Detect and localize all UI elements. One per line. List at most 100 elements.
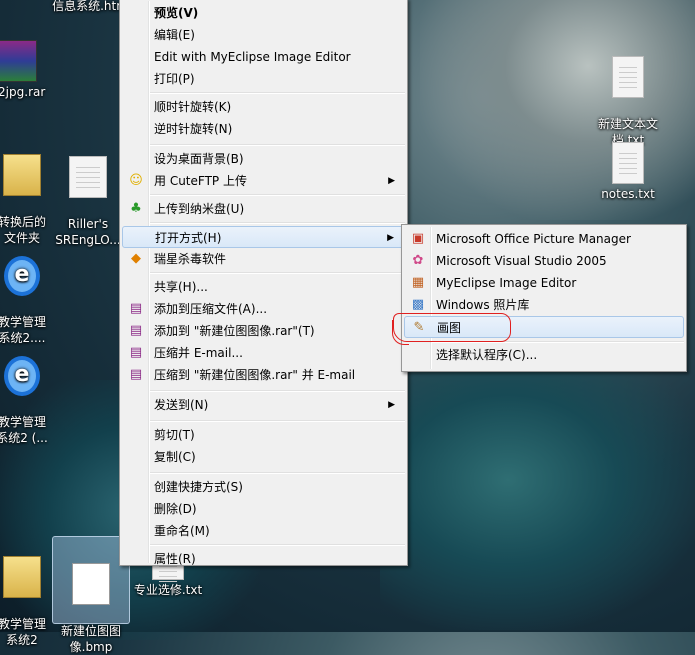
menu-item-label: MyEclipse Image Editor — [436, 276, 577, 290]
menu-item-edit[interactable]: 编辑(E) — [122, 24, 405, 46]
winrar-icon: ▤ — [129, 345, 143, 360]
menu-item-label: 删除(D) — [154, 502, 197, 516]
menu-separator — [150, 222, 405, 224]
menu-item-label: 打印(P) — [154, 72, 195, 86]
menu-item-edit-myeclipse[interactable]: Edit with MyEclipse Image Editor — [122, 46, 405, 68]
menu-item-create-shortcut[interactable]: 创建快捷方式(S) — [122, 476, 405, 498]
menu-item-label: 用 CuteFTP 上传 — [154, 174, 247, 188]
menu-item-add-archive[interactable]: ▤ 添加到压缩文件(A)... — [122, 298, 405, 320]
desktop-icon-ie-1[interactable]: e 教学管理 系统2.... — [0, 240, 60, 346]
desktop-icon-ie-2[interactable]: e 教学管理 系统2 (... — [0, 340, 60, 446]
text-file-icon — [612, 142, 644, 184]
internet-explorer-icon: e — [4, 356, 40, 396]
winrar-icon — [0, 40, 37, 82]
internet-explorer-icon: e — [4, 256, 40, 296]
menu-item-label: 压缩并 E-mail... — [154, 346, 243, 360]
menu-item-label: 添加到压缩文件(A)... — [154, 302, 268, 316]
menu-item-label: Edit with MyEclipse Image Editor — [154, 50, 351, 64]
menu-separator — [150, 472, 405, 474]
menu-item-label: 上传到纳米盘(U) — [154, 202, 245, 216]
menu-item-label: 瑞星杀毒软件 — [154, 252, 227, 266]
menu-item-rising-antivirus[interactable]: ◆ 瑞星杀毒软件 — [122, 248, 405, 270]
menu-item-properties[interactable]: 属性(R) — [122, 548, 405, 570]
menu-separator — [150, 194, 405, 196]
menu-item-label: 共享(H)... — [154, 280, 208, 294]
menu-item-label: 设为桌面背景(B) — [154, 152, 244, 166]
menu-item-copy[interactable]: 复制(C) — [122, 446, 405, 468]
menu-item-label: Microsoft Visual Studio 2005 — [436, 254, 607, 268]
menu-item-cuteftp[interactable]: ☺ 用 CuteFTP 上传 ▶ — [122, 170, 405, 192]
menu-item-send-to[interactable]: 发送到(N) ▶ — [122, 394, 405, 416]
nami-upload-icon: ♣ — [130, 201, 142, 216]
menu-separator — [150, 420, 405, 422]
open-with-choose-default[interactable]: 选择默认程序(C)... — [404, 344, 684, 366]
picture-manager-icon: ▣ — [411, 231, 425, 246]
menu-item-label: 复制(C) — [154, 450, 196, 464]
open-with-myeclipse[interactable]: ▦ MyEclipse Image Editor — [404, 272, 684, 294]
myeclipse-image-editor-icon: ▦ — [411, 275, 425, 290]
menu-item-compress-email[interactable]: ▤ 压缩并 E-mail... — [122, 342, 405, 364]
open-with-submenu: ▣ Microsoft Office Picture Manager ✿ Mic… — [401, 224, 687, 372]
desktop-icon-riller[interactable]: Riller's SREngLO... — [50, 140, 126, 248]
menu-item-open-with[interactable]: 打开方式(H) ▶ — [122, 226, 405, 248]
menu-item-cut[interactable]: 剪切(T) — [122, 424, 405, 446]
submenu-arrow-icon: ▶ — [388, 400, 395, 410]
menu-item-label: 逆时针旋转(N) — [154, 122, 233, 136]
menu-separator — [150, 390, 405, 392]
menu-item-label: 添加到 "新建位图图像.rar"(T) — [154, 324, 315, 338]
annotation-circle-tail — [392, 320, 409, 345]
menu-item-share[interactable]: 共享(H)... — [122, 276, 405, 298]
open-with-visual-studio[interactable]: ✿ Microsoft Visual Studio 2005 — [404, 250, 684, 272]
winrar-icon: ▤ — [129, 367, 143, 382]
menu-item-label: 重命名(M) — [154, 524, 210, 538]
icon-label: 信息系统.htm — [52, 0, 128, 13]
visual-studio-icon: ✿ — [412, 253, 424, 268]
bitmap-file-icon — [72, 563, 110, 605]
rising-antivirus-icon: ◆ — [131, 251, 141, 266]
icon-label: Riller's SREngLO... — [55, 217, 121, 247]
menu-item-preview[interactable]: 预览(V) — [122, 2, 405, 24]
desktop-icon-notes[interactable]: notes.txt — [590, 142, 666, 202]
menu-separator — [150, 92, 405, 94]
menu-item-label: 压缩到 "新建位图图像.rar" 并 E-mail — [154, 368, 356, 382]
text-file-icon — [612, 56, 644, 98]
menu-item-rename[interactable]: 重命名(M) — [122, 520, 405, 542]
menu-separator — [150, 272, 405, 274]
menu-item-label: 编辑(E) — [154, 28, 195, 42]
menu-item-compress-rar-email[interactable]: ▤ 压缩到 "新建位图图像.rar" 并 E-mail — [122, 364, 405, 386]
photo-gallery-icon: ▩ — [411, 297, 425, 312]
icon-label: 教学管理 系统2 — [0, 617, 46, 647]
cuteftp-icon: ☺ — [129, 173, 143, 188]
submenu-arrow-icon: ▶ — [387, 233, 394, 243]
menu-item-label: 属性(R) — [154, 552, 196, 566]
menu-item-rotate-cw[interactable]: 顺时针旋转(K) — [122, 96, 405, 118]
desktop-icon-newtext[interactable]: 新建文本文 档.txt — [590, 40, 666, 148]
open-with-office-picture-manager[interactable]: ▣ Microsoft Office Picture Manager — [404, 228, 684, 250]
menu-item-label: 发送到(N) — [154, 398, 209, 412]
menu-item-upload-nami[interactable]: ♣ 上传到纳米盘(U) — [122, 198, 405, 220]
menu-item-set-background[interactable]: 设为桌面背景(B) — [122, 148, 405, 170]
winrar-icon: ▤ — [129, 301, 143, 316]
menu-item-label: 创建快捷方式(S) — [154, 480, 243, 494]
icon-label: 教学管理 系统2 (... — [0, 415, 48, 445]
icon-label: notes.txt — [601, 187, 655, 201]
icon-label: 专业选修.txt — [133, 583, 203, 597]
menu-item-delete[interactable]: 删除(D) — [122, 498, 405, 520]
menu-item-label: 打开方式(H) — [155, 231, 222, 245]
winrar-icon: ▤ — [129, 323, 143, 338]
desktop-icon-rar[interactable]: o2jpg.rar — [0, 40, 56, 100]
menu-item-rotate-ccw[interactable]: 逆时针旋转(N) — [122, 118, 405, 140]
menu-separator — [150, 544, 405, 546]
menu-item-label: Windows 照片库 — [436, 298, 530, 312]
context-menu: 预览(V) 编辑(E) Edit with MyEclipse Image Ed… — [119, 0, 408, 566]
menu-separator — [150, 144, 405, 146]
folder-icon — [3, 154, 41, 196]
text-file-icon — [69, 156, 107, 198]
menu-item-label: 顺时针旋转(K) — [154, 100, 232, 114]
menu-item-label: 剪切(T) — [154, 428, 195, 442]
menu-item-label: 选择默认程序(C)... — [436, 348, 538, 362]
menu-item-add-rar[interactable]: ▤ 添加到 "新建位图图像.rar"(T) — [122, 320, 405, 342]
icon-label: o2jpg.rar — [0, 85, 46, 99]
menu-item-print[interactable]: 打印(P) — [122, 68, 405, 90]
menu-item-label: Microsoft Office Picture Manager — [436, 232, 631, 246]
